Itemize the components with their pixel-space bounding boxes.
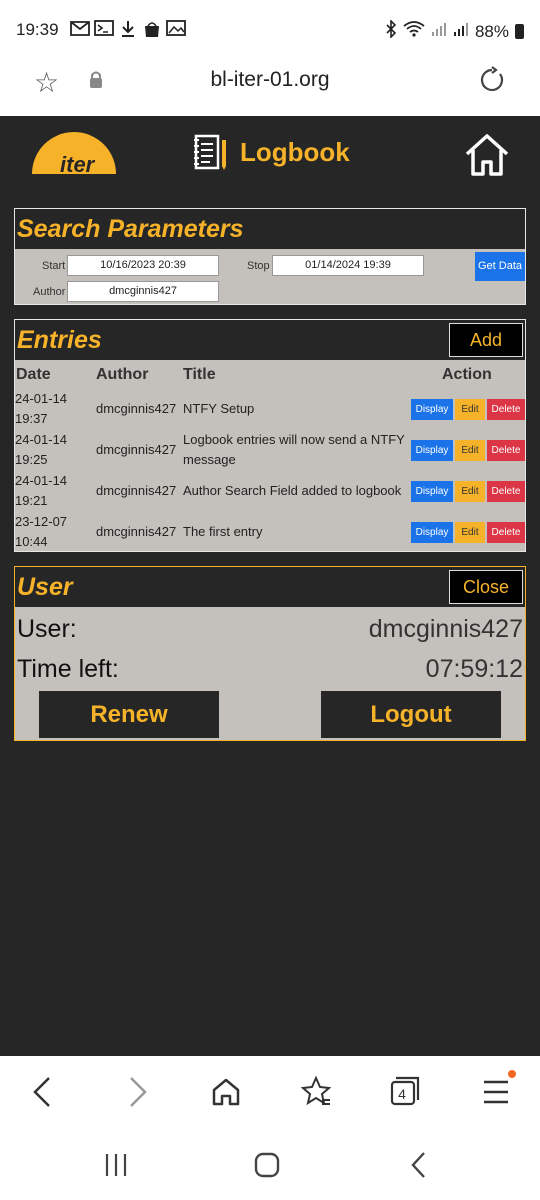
user-label: User: — [17, 615, 77, 643]
user-panel-title: User — [17, 573, 73, 601]
page-content: iter Logbook Search Parameters Start 10/… — [0, 116, 540, 1056]
notebook-icon — [194, 134, 226, 170]
bluetooth-icon — [385, 19, 397, 43]
table-row: 24-01-14 19:25 dmcginnis427 Logbook entri… — [15, 430, 525, 470]
entry-title: NTFY Setup — [183, 401, 255, 416]
user-value: dmcginnis427 — [368, 615, 523, 643]
entry-title: The first entry — [183, 524, 263, 539]
url-text[interactable]: bl-iter-01.org — [0, 68, 540, 92]
entry-author: dmcginnis427 — [96, 442, 177, 457]
display-button[interactable]: Display — [411, 522, 453, 543]
entry-date: 24-01-14 19:21 — [15, 473, 68, 508]
tab-count: 4 — [398, 1086, 406, 1102]
display-button[interactable]: Display — [411, 440, 453, 461]
recent-apps-icon[interactable] — [101, 1150, 131, 1180]
display-button[interactable]: Display — [411, 399, 453, 420]
search-panel: Search Parameters Start 10/16/2023 20:39… — [14, 208, 526, 305]
entry-title: Logbook entries will now send a NTFY mes… — [183, 432, 405, 467]
browser-url-bar: ☆ bl-iter-01.org — [0, 56, 540, 116]
entry-author: dmcginnis427 — [96, 401, 177, 416]
forward-icon[interactable] — [116, 1072, 156, 1112]
delete-button[interactable]: Delete — [487, 440, 525, 461]
close-button[interactable]: Close — [449, 570, 523, 604]
start-label: Start — [42, 260, 66, 272]
notification-icons — [70, 20, 186, 38]
entry-title: Author Search Field added to logbook — [183, 483, 402, 498]
table-row: 24-01-14 19:37 dmcginnis427 NTFY Setup Di… — [15, 389, 525, 429]
search-panel-header: Search Parameters — [15, 209, 525, 249]
entry-date: 24-01-14 19:25 — [15, 432, 68, 467]
entries-panel-header: Entries Add — [15, 320, 525, 360]
stop-label: Stop — [247, 260, 270, 272]
shopping-bag-icon — [142, 20, 162, 38]
entry-author: dmcginnis427 — [96, 483, 177, 498]
time-left-label: Time left: — [17, 655, 119, 683]
image-icon — [166, 20, 186, 38]
start-input[interactable]: 10/16/2023 20:39 — [67, 255, 219, 276]
search-panel-title: Search Parameters — [17, 215, 244, 243]
browser-toolbar: 4 — [0, 1056, 540, 1126]
logout-button[interactable]: Logout — [321, 691, 501, 738]
edit-button[interactable]: Edit — [455, 440, 485, 461]
home-button-icon[interactable] — [252, 1150, 282, 1180]
signal-icon — [453, 21, 469, 42]
page-header: iter Logbook — [0, 116, 540, 206]
edit-button[interactable]: Edit — [455, 399, 485, 420]
battery-percent: 88% — [474, 21, 509, 41]
home-icon[interactable] — [464, 132, 510, 178]
back-icon[interactable] — [24, 1072, 64, 1112]
battery-icon — [515, 24, 524, 39]
entries-panel: Entries Add Date Author Title Action 24-… — [14, 319, 526, 552]
entry-author: dmcginnis427 — [96, 524, 177, 539]
column-header-title[interactable]: Title — [183, 366, 216, 384]
delete-button[interactable]: Delete — [487, 399, 525, 420]
edit-button[interactable]: Edit — [455, 522, 485, 543]
author-label: Author — [33, 286, 66, 298]
wifi-icon — [403, 20, 425, 43]
title-wrap: Logbook — [192, 132, 350, 172]
back-button-icon[interactable] — [404, 1150, 434, 1180]
entry-date: 23-12-07 10:44 — [15, 514, 68, 549]
status-bar: 19:39 88% — [0, 0, 540, 56]
menu-icon[interactable] — [476, 1072, 516, 1112]
user-panel-header: User Close — [15, 567, 525, 607]
column-header-date[interactable]: Date — [16, 366, 51, 384]
signal-icon — [431, 21, 447, 42]
download-icon — [118, 20, 138, 38]
delete-button[interactable]: Delete — [487, 522, 525, 543]
column-header-author[interactable]: Author — [96, 366, 148, 384]
entries-panel-title: Entries — [17, 326, 102, 354]
gmail-icon — [70, 20, 90, 38]
bookmarks-icon[interactable] — [296, 1072, 336, 1112]
notification-dot — [508, 1070, 516, 1078]
tabs-icon[interactable]: 4 — [384, 1072, 424, 1112]
renew-button[interactable]: Renew — [39, 691, 219, 738]
entry-date: 24-01-14 19:37 — [15, 391, 68, 426]
author-input[interactable]: dmcginnis427 — [67, 281, 219, 302]
get-data-button[interactable]: Get Data — [475, 252, 525, 281]
status-time: 19:39 — [16, 20, 59, 39]
edit-button[interactable]: Edit — [455, 481, 485, 502]
user-panel: User Close User: dmcginnis427 Time left:… — [14, 566, 526, 741]
home-icon[interactable] — [206, 1072, 246, 1112]
table-row: 24-01-14 19:21 dmcginnis427 Author Search… — [15, 471, 525, 511]
stop-input[interactable]: 01/14/2024 19:39 — [272, 255, 424, 276]
display-button[interactable]: Display — [411, 481, 453, 502]
column-header-action: Action — [442, 366, 492, 383]
table-row: 23-12-07 10:44 dmcginnis427 The first ent… — [15, 512, 525, 552]
time-left-value: 07:59:12 — [425, 655, 523, 683]
delete-button[interactable]: Delete — [487, 481, 525, 502]
status-right: 88% — [385, 19, 524, 43]
android-nav-bar — [0, 1126, 540, 1200]
terminal-icon — [94, 20, 114, 38]
add-entry-button[interactable]: Add — [449, 323, 523, 357]
page-title: Logbook — [240, 136, 350, 167]
iter-logo[interactable]: iter — [32, 132, 116, 177]
reload-icon[interactable] — [478, 66, 506, 101]
logo-text: iter — [60, 152, 95, 177]
